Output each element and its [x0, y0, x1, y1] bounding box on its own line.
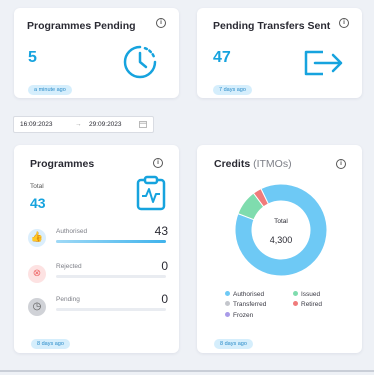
calendar-icon — [139, 121, 147, 128]
credits-title-text: Credits — [214, 158, 251, 170]
pending-transfers-card: Pending Transfers Sent i 47 7 days ago — [197, 8, 362, 98]
legend-dot — [225, 312, 230, 317]
credits-donut-chart — [234, 183, 328, 277]
cancel-circle-icon: ⊗ — [28, 265, 46, 283]
authorised-progress-bar — [56, 240, 166, 243]
legend-dot — [293, 291, 298, 296]
authorised-label: Authorised — [56, 228, 88, 235]
rejected-label: Rejected — [56, 263, 82, 270]
programmes-pending-card: Programmes Pending i 5 a minute ago — [14, 8, 179, 98]
legend-dot — [225, 301, 230, 306]
donut-center-value: 4,300 — [269, 235, 293, 245]
pending-value: 0 — [161, 292, 168, 306]
thumbs-up-icon: 👍 — [28, 229, 46, 247]
info-icon[interactable]: i — [336, 159, 346, 169]
updated-badge: 8 days ago — [31, 339, 70, 349]
total-label: Total — [30, 183, 44, 190]
legend-dot — [225, 291, 230, 296]
clock-icon: ◷ — [28, 298, 46, 316]
legend-issued[interactable]: Issued — [293, 291, 320, 298]
clock-icon — [123, 45, 157, 79]
programmes-total: 43 — [30, 195, 46, 211]
legend-frozen[interactable]: Frozen — [225, 312, 253, 319]
credits-subtitle: (ITMOs) — [253, 158, 292, 170]
rejected-value: 0 — [161, 259, 168, 273]
pending-label: Pending — [56, 296, 80, 303]
legend-transferred[interactable]: Transferred — [225, 301, 266, 308]
info-icon[interactable]: i — [153, 158, 163, 168]
clipboard-pulse-icon — [136, 175, 166, 211]
credits-title: Credits (ITMOs) — [214, 158, 292, 170]
pending-transfers-title: Pending Transfers Sent — [213, 20, 331, 32]
legend-authorised[interactable]: Authorised — [225, 291, 264, 298]
programmes-title: Programmes — [30, 158, 95, 170]
rejected-progress-bar — [56, 275, 166, 278]
date-range-picker[interactable]: 16:09:2023 → 29:09:2023 — [13, 116, 154, 133]
pending-progress-bar — [56, 308, 166, 311]
pending-transfers-value: 47 — [213, 49, 231, 66]
date-end[interactable]: 29:09:2023 — [89, 121, 122, 128]
date-start[interactable]: 16:09:2023 — [20, 121, 53, 128]
legend-dot — [293, 301, 298, 306]
programmes-pending-title: Programmes Pending — [27, 20, 136, 32]
arrow-right-icon: → — [75, 121, 82, 128]
updated-badge: 8 days ago — [214, 339, 253, 349]
authorised-value: 43 — [154, 224, 168, 238]
info-icon[interactable]: i — [339, 18, 349, 28]
logout-arrow-icon — [304, 50, 343, 76]
page-bottom-border — [0, 370, 374, 372]
legend-retired[interactable]: Retired — [293, 301, 322, 308]
updated-badge: a minute ago — [28, 85, 72, 95]
updated-badge: 7 days ago — [213, 85, 252, 95]
donut-center-label: Total — [274, 218, 288, 225]
credits-card: Credits (ITMOs) i Total 4,300 Authorised… — [197, 145, 362, 353]
programmes-pending-value: 5 — [28, 49, 37, 66]
info-icon[interactable]: i — [156, 18, 166, 28]
programmes-card: Programmes i Total 43 👍 Authorised 43 ⊗ … — [14, 145, 179, 353]
authorised-progress-fill — [56, 240, 166, 243]
